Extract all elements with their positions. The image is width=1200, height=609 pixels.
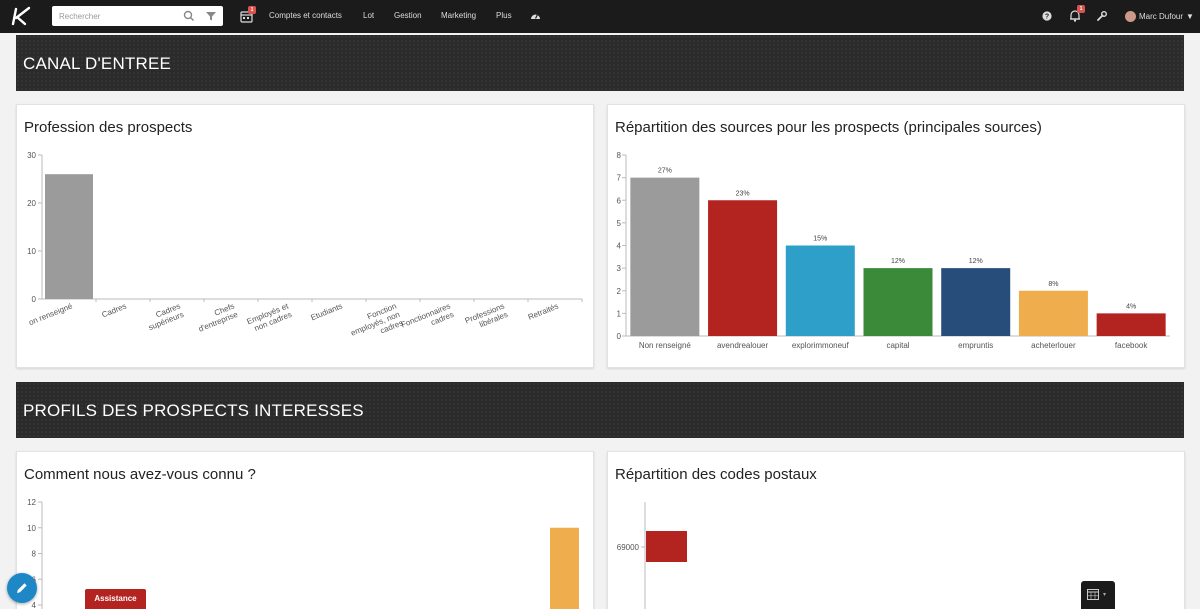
x-tick-label: Etudiants bbox=[309, 302, 343, 323]
y-tick-label: 4 bbox=[32, 601, 37, 609]
section-title: PROFILS DES PROSPECTS INTERESSES bbox=[23, 401, 364, 420]
x-tick-label: empruntis bbox=[958, 341, 993, 350]
user-avatar bbox=[1125, 10, 1136, 22]
data-label: 23% bbox=[736, 190, 750, 197]
card-profession: Profession des prospects 0 10 20 30 on rense… bbox=[16, 104, 594, 368]
top-navbar: 1 Comptes et contacts Lot Gestion Market… bbox=[0, 0, 1200, 33]
data-label: 27% bbox=[658, 168, 672, 175]
x-tick-label: facebook bbox=[1115, 341, 1148, 350]
x-tick-label: Retraités bbox=[527, 302, 560, 322]
caret-down-icon: ▼ bbox=[1186, 11, 1194, 21]
nav-marketing[interactable]: Marketing bbox=[441, 11, 476, 20]
x-tick-label: Employés etnon cadres bbox=[246, 301, 294, 334]
settings-wrench-icon[interactable] bbox=[1097, 11, 1107, 21]
app-logo[interactable] bbox=[10, 6, 32, 26]
y-tick-label: 2 bbox=[617, 287, 622, 296]
caret-down-icon: ▾ bbox=[1103, 592, 1107, 598]
x-tick-label: Non renseigné bbox=[639, 341, 692, 350]
x-tick-label-line: Retraités bbox=[527, 302, 560, 322]
y-tick-label: 0 bbox=[32, 295, 37, 304]
x-tick-label: Fonctionnairescadres bbox=[400, 302, 455, 338]
nav-plus[interactable]: Plus bbox=[496, 11, 512, 20]
nav-gestion[interactable]: Gestion bbox=[394, 11, 422, 20]
user-menu[interactable]: Marc Dufour ▼ bbox=[1125, 9, 1194, 23]
profession-chart: 0 10 20 30 on renseigné Cadres Cadressupérieur… bbox=[27, 151, 583, 347]
data-label: 4% bbox=[1126, 303, 1136, 310]
y-tick-label: 30 bbox=[27, 151, 36, 160]
svg-text:?: ? bbox=[1045, 14, 1049, 21]
y-tick-label: 8 bbox=[617, 151, 622, 160]
calendar-grid-icon bbox=[1087, 589, 1099, 600]
bar bbox=[550, 527, 579, 609]
x-tick-label: avendrealouer bbox=[717, 341, 768, 350]
x-tick-label: acheterlouer bbox=[1031, 341, 1076, 350]
data-label: 12% bbox=[969, 258, 983, 265]
x-tick-label: explorimmoneuf bbox=[792, 341, 850, 350]
y-tick-label: 20 bbox=[27, 199, 36, 208]
bar bbox=[941, 268, 1011, 336]
x-tick-label: Fonctionemployés, noncadres bbox=[346, 302, 404, 347]
x-tick-label: capital bbox=[886, 341, 909, 350]
x-tick-label: Cadressupérieurs bbox=[144, 302, 185, 333]
y-tick-label: 4 bbox=[617, 242, 622, 251]
nav-comptes-contacts[interactable]: Comptes et contacts bbox=[269, 11, 342, 20]
search-input[interactable] bbox=[59, 9, 179, 23]
y-tick-label: 8 bbox=[32, 550, 37, 559]
data-label: 15% bbox=[813, 236, 827, 243]
assistance-button[interactable]: Assistance bbox=[85, 589, 146, 609]
bar bbox=[785, 245, 855, 336]
bar bbox=[708, 200, 778, 336]
bar bbox=[630, 177, 700, 336]
y-tick-label: 12 bbox=[27, 498, 36, 507]
connu-chart: 4681012 bbox=[27, 498, 579, 609]
x-tick-label-line: on renseigné bbox=[27, 301, 74, 327]
x-tick-label: on renseigné bbox=[27, 301, 74, 327]
y-tick-label: 6 bbox=[617, 196, 622, 205]
bar bbox=[646, 531, 687, 562]
sources-chart: 0 1 2 3 4 5 6 7 8 27% Non renseigné 23% avendrealoue… bbox=[617, 151, 1170, 350]
user-name: Marc Dufour bbox=[1139, 11, 1184, 21]
calendar-widget-button[interactable]: ▾ bbox=[1081, 581, 1115, 609]
data-label: 8% bbox=[1048, 281, 1058, 288]
bar bbox=[1018, 290, 1088, 336]
bar bbox=[45, 174, 93, 299]
y-tick-label: 0 bbox=[617, 332, 622, 341]
filter-icon[interactable] bbox=[205, 10, 217, 22]
y-tick-label: 10 bbox=[27, 524, 36, 533]
x-tick-label: Professionslibérales bbox=[464, 302, 509, 334]
bar bbox=[863, 268, 933, 336]
x-tick-label: Chefsd'entreprise bbox=[194, 301, 240, 333]
data-label: 12% bbox=[891, 258, 905, 265]
x-tick-label: Cadres bbox=[100, 302, 127, 320]
calendar-badge: 1 bbox=[248, 6, 256, 14]
y-tick-label: 5 bbox=[617, 219, 622, 228]
search-box bbox=[52, 6, 223, 26]
bar bbox=[1096, 313, 1166, 336]
y-tick-label: 69000 bbox=[617, 543, 640, 552]
help-icon[interactable]: ? bbox=[1042, 11, 1052, 21]
y-tick-label: 1 bbox=[617, 309, 622, 318]
x-tick-label-line: Cadres bbox=[100, 302, 127, 320]
card-connu: Comment nous avez-vous connu ? 4681012 bbox=[16, 451, 594, 609]
dashboard-gauge-icon[interactable] bbox=[530, 11, 541, 21]
search-icon[interactable] bbox=[183, 10, 195, 22]
section-banner-canal: CANAL D'ENTREE bbox=[16, 35, 1184, 91]
y-tick-label: 7 bbox=[617, 174, 622, 183]
section-banner-profils: PROFILS DES PROSPECTS INTERESSES bbox=[16, 382, 1184, 438]
y-tick-label: 3 bbox=[617, 264, 622, 273]
nav-lot[interactable]: Lot bbox=[363, 11, 374, 20]
card-sources: Répartition des sources pour les prospec… bbox=[607, 104, 1185, 368]
x-tick-label-line: Etudiants bbox=[309, 302, 343, 323]
y-tick-label: 10 bbox=[27, 247, 36, 256]
pencil-icon bbox=[17, 583, 27, 593]
section-title: CANAL D'ENTREE bbox=[23, 54, 172, 73]
notifications-badge: 1 bbox=[1077, 5, 1085, 13]
edit-fab-button[interactable] bbox=[7, 573, 37, 603]
